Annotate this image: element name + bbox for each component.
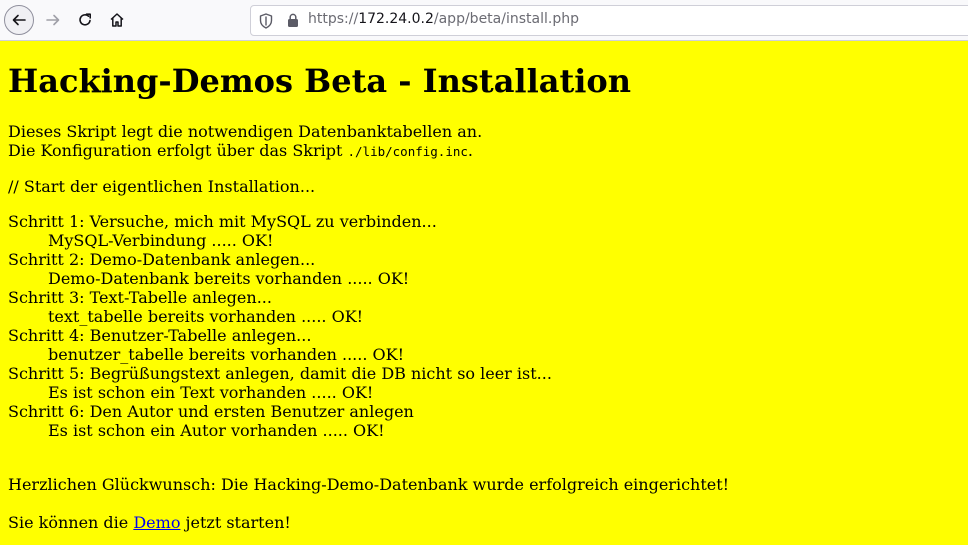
step-label: Schritt 5: Begrüßungstext anlegen, damit… [8,364,552,383]
start-comment: // Start der eigentlichen Installation..… [8,177,316,196]
success-message: Herzlichen Glückwunsch: Die Hacking-Demo… [8,475,730,494]
install-steps: Schritt 1: Versuche, mich mit MySQL zu v… [8,212,960,440]
arrow-right-icon [46,14,60,26]
url-host: 172.24.0.2 [358,11,434,27]
url-text[interactable]: https://172.24.0.2/app/beta/install.php [308,11,579,27]
address-bar[interactable]: https://172.24.0.2/app/beta/install.php [250,5,968,36]
start-demo-prefix: Sie können die [8,513,134,532]
step-label: Schritt 4: Benutzer-Tabelle anlegen... [8,326,312,345]
page-content: Hacking-Demos Beta - Installation Dieses… [8,41,960,533]
step-result: MySQL-Verbindung ..... OK! [48,231,274,250]
page-title: Hacking-Demos Beta - Installation [8,62,632,100]
url-scheme: https:// [308,11,359,27]
step-result: Es ist schon ein Text vorhanden ..... OK… [48,383,374,402]
home-icon [110,13,124,27]
url-path: /app/beta/install.php [433,11,579,27]
shield-icon[interactable] [259,13,273,29]
step-result: benutzer_tabelle bereits vorhanden .....… [48,345,405,364]
step-label: Schritt 2: Demo-Datenbank anlegen... [8,250,316,269]
step-result: Demo-Datenbank bereits vorhanden ..... O… [48,269,410,288]
forward-button[interactable] [38,5,68,35]
step-result: Es ist schon ein Autor vorhanden ..... O… [48,421,385,440]
start-demo-text: Sie können die Demo jetzt starten! [8,513,960,532]
config-path: ./lib/config.inc [347,144,468,159]
browser-toolbar: https://172.24.0.2/app/beta/install.php [0,0,968,41]
start-demo-suffix: jetzt starten! [180,513,291,532]
reload-button[interactable] [70,5,100,35]
arrow-left-icon [12,14,26,26]
lock-icon[interactable] [287,13,299,28]
back-button[interactable] [4,5,34,35]
intro-line-2-prefix: Die Konfiguration erfolgt über das Skrip… [8,141,348,160]
intro-text: Dieses Skript legt die notwendigen Daten… [8,122,960,161]
step-result: text_tabelle bereits vorhanden ..... OK! [48,307,364,326]
home-button[interactable] [102,5,132,35]
step-label: Schritt 6: Den Autor und ersten Benutzer… [8,402,414,421]
intro-line-2-suffix: . [467,141,474,160]
reload-icon [79,13,91,26]
step-label: Schritt 3: Text-Tabelle anlegen... [8,288,272,307]
demo-link[interactable]: Demo [133,513,180,532]
step-label: Schritt 1: Versuche, mich mit MySQL zu v… [8,212,437,231]
intro-line-1: Dieses Skript legt die notwendigen Daten… [8,122,483,141]
